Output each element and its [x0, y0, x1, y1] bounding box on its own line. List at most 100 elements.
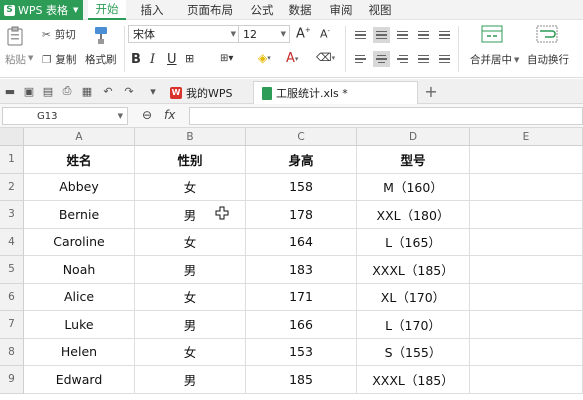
outdent-button[interactable]	[436, 27, 453, 43]
cell-e5[interactable]	[470, 256, 583, 284]
fill-color-button[interactable]: ◈ ▾	[258, 51, 271, 65]
decrease-font-button[interactable]: A-	[320, 27, 330, 41]
align-bottom-button[interactable]	[394, 27, 411, 43]
wrap-text-button[interactable]: 自动换行	[527, 52, 569, 67]
cell-d4[interactable]: L（165）	[357, 228, 470, 256]
app-menu-button[interactable]: S WPS 表格 ▼	[0, 0, 83, 20]
cell-a8[interactable]: Helen	[24, 338, 135, 366]
column-header-c[interactable]: C	[246, 128, 357, 146]
cell-b8[interactable]: 女	[135, 338, 246, 366]
increase-font-button[interactable]: A+	[296, 26, 311, 41]
menu-formulas[interactable]: 公式	[244, 0, 280, 20]
paste-button[interactable]	[6, 26, 24, 46]
cell-b1[interactable]: 性别	[135, 146, 246, 174]
row-header[interactable]: 3	[0, 201, 24, 229]
column-header-a[interactable]: A	[24, 128, 135, 146]
cell-b6[interactable]: 女	[135, 283, 246, 311]
cell-e8[interactable]	[470, 338, 583, 366]
cell-a9[interactable]: Edward	[24, 366, 135, 394]
cell-e9[interactable]	[470, 366, 583, 394]
wrap-text-icon-button[interactable]	[536, 25, 558, 43]
cell-d2[interactable]: M（160）	[357, 173, 470, 201]
cell-d1[interactable]: 型号	[357, 146, 470, 174]
cell-a4[interactable]: Caroline	[24, 228, 135, 256]
cell-b7[interactable]: 男	[135, 311, 246, 339]
tab-file[interactable]: 工服统计.xls *	[253, 81, 418, 104]
underline-dropdown[interactable]: ⊞	[185, 52, 194, 65]
cell-a6[interactable]: Alice	[24, 283, 135, 311]
select-all-corner[interactable]	[0, 128, 24, 146]
indent-button[interactable]	[415, 27, 432, 43]
font-size-select[interactable]: 12 ▼	[238, 25, 290, 43]
italic-button[interactable]: I	[150, 52, 155, 67]
cell-e4[interactable]	[470, 228, 583, 256]
column-header-d[interactable]: D	[357, 128, 470, 146]
tab-my-wps[interactable]: W 我的WPS	[162, 81, 241, 104]
cell-a5[interactable]: Noah	[24, 256, 135, 284]
merge-center-icon-button[interactable]	[481, 25, 503, 43]
undo-icon[interactable]: ↶	[101, 83, 115, 99]
column-header-e[interactable]: E	[470, 128, 583, 146]
cut-button[interactable]: ✂ 剪切	[42, 27, 76, 42]
redo-icon[interactable]: ↷	[122, 83, 136, 99]
cell-a7[interactable]: Luke	[24, 311, 135, 339]
align-top-button[interactable]	[352, 27, 369, 43]
row-header[interactable]: 1	[0, 146, 24, 174]
row-header[interactable]: 8	[0, 338, 24, 366]
cell-e7[interactable]	[470, 311, 583, 339]
align-right-button[interactable]	[394, 51, 411, 67]
zoom-icon[interactable]: ⊖	[142, 108, 152, 122]
cell-e1[interactable]	[470, 146, 583, 174]
cell-e3[interactable]	[470, 201, 583, 229]
cell-e6[interactable]	[470, 283, 583, 311]
cell-d7[interactable]: L（170）	[357, 311, 470, 339]
row-header[interactable]: 5	[0, 256, 24, 284]
merge-center-button[interactable]: 合并居中 ▼	[470, 52, 519, 67]
name-box[interactable]: G13 ▼	[2, 107, 128, 125]
formula-input[interactable]	[189, 107, 583, 125]
distribute-button[interactable]	[436, 51, 453, 67]
cell-d3[interactable]: XXL（180）	[357, 201, 470, 229]
cell-d5[interactable]: XXXL（185）	[357, 256, 470, 284]
cell-e2[interactable]	[470, 173, 583, 201]
menu-data[interactable]: 数据	[282, 0, 318, 20]
menu-insert[interactable]: 插入	[134, 0, 170, 20]
paste-dropdown-icon[interactable]: ▼	[28, 54, 33, 62]
underline-button[interactable]: U	[167, 52, 177, 67]
menu-home[interactable]: 开始	[88, 0, 126, 20]
row-header[interactable]: 6	[0, 283, 24, 311]
copy-button[interactable]: ❐ 复制	[42, 52, 76, 67]
cell-b4[interactable]: 女	[135, 228, 246, 256]
align-left-button[interactable]	[352, 51, 369, 67]
menu-view[interactable]: 视图	[362, 0, 398, 20]
cell-b3[interactable]: 男	[135, 201, 246, 229]
row-header[interactable]: 9	[0, 366, 24, 394]
cell-a2[interactable]: Abbey	[24, 173, 135, 201]
pdf-icon[interactable]: ▤	[41, 83, 55, 99]
cell-c7[interactable]: 166	[246, 311, 357, 339]
cell-a1[interactable]: 姓名	[24, 146, 135, 174]
print-icon[interactable]: ⎙	[60, 83, 74, 99]
cell-d6[interactable]: XL（170）	[357, 283, 470, 311]
cell-d9[interactable]: XXXL（185）	[357, 366, 470, 394]
cell-d8[interactable]: S（155）	[357, 338, 470, 366]
column-header-b[interactable]: B	[135, 128, 246, 146]
row-header[interactable]: 2	[0, 173, 24, 201]
cell-b2[interactable]: 女	[135, 173, 246, 201]
cell-a3[interactable]: Bernie	[24, 201, 135, 229]
menu-page-layout[interactable]: 页面布局	[178, 0, 242, 20]
cell-c1[interactable]: 身高	[246, 146, 357, 174]
row-header[interactable]: 7	[0, 311, 24, 339]
row-header[interactable]: 4	[0, 228, 24, 256]
cell-c2[interactable]: 158	[246, 173, 357, 201]
cell-c9[interactable]: 185	[246, 366, 357, 394]
cell-c5[interactable]: 183	[246, 256, 357, 284]
align-center-button[interactable]	[373, 51, 390, 67]
save-icon[interactable]: ▣	[22, 83, 36, 99]
font-name-select[interactable]: 宋体 ▼	[128, 25, 240, 43]
cell-c3[interactable]: 178	[246, 201, 357, 229]
cell-c6[interactable]: 171	[246, 283, 357, 311]
cell-c8[interactable]: 153	[246, 338, 357, 366]
cell-b5[interactable]: 男	[135, 256, 246, 284]
cell-b9[interactable]: 男	[135, 366, 246, 394]
